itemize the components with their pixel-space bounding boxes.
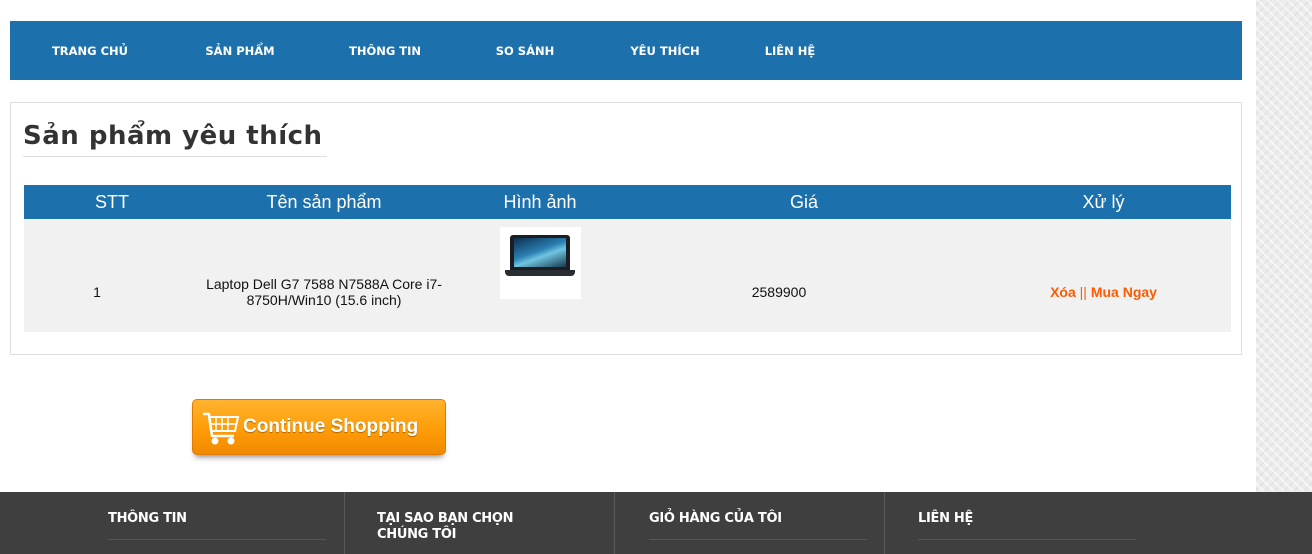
table-row: 1 Laptop Dell G7 7588 N7588A Core i7-875… xyxy=(24,219,1231,332)
footer-heading-info: THÔNG TIN xyxy=(108,511,187,526)
footer-heading-cart: GIỎ HÀNG CỦA TÔI xyxy=(649,511,782,526)
row-price: 2589900 xyxy=(632,219,976,332)
column-header-actions: Xử lý xyxy=(976,185,1231,219)
footer-column-contact: LIÊN HỆ xyxy=(885,492,1255,554)
column-header-price: Giá xyxy=(632,185,976,219)
column-header-image: Hình ảnh xyxy=(448,185,632,219)
laptop-lid xyxy=(510,235,570,270)
footer-column-why-us: TẠI SAO BẠN CHỌN CHÚNG TÔI xyxy=(345,492,615,554)
nav-favorites[interactable]: YÊU THÍCH xyxy=(595,44,735,58)
footer-column-info: THÔNG TIN xyxy=(0,492,345,554)
column-header-stt: STT xyxy=(24,185,200,219)
delete-link[interactable]: Xóa xyxy=(1050,284,1076,300)
continue-shopping-button[interactable]: Continue Shopping xyxy=(192,399,446,455)
favorites-panel: Sản phẩm yêu thích STT Tên sản phẩm Hình… xyxy=(10,102,1242,355)
footer-divider xyxy=(649,539,867,540)
action-separator: || xyxy=(1079,283,1087,300)
footer-divider xyxy=(108,539,326,540)
row-stt: 1 xyxy=(24,219,200,332)
laptop-base xyxy=(505,270,575,276)
laptop-image[interactable] xyxy=(500,227,581,299)
footer: THÔNG TIN TẠI SAO BẠN CHỌN CHÚNG TÔI GIỎ… xyxy=(0,492,1312,554)
nav-compare[interactable]: SO SÁNH xyxy=(455,44,595,58)
favorites-table: STT Tên sản phẩm Hình ảnh Giá Xử lý 1 La… xyxy=(24,185,1231,332)
continue-shopping-label: Continue Shopping xyxy=(243,416,419,437)
nav-products[interactable]: SẢN PHẨM xyxy=(170,44,310,58)
main-navigation: TRANG CHỦ SẢN PHẨM THÔNG TIN SO SÁNH YÊU… xyxy=(10,21,1242,80)
footer-heading-contact: LIÊN HỆ xyxy=(918,511,974,526)
laptop-screen xyxy=(514,238,566,267)
nav-contact[interactable]: LIÊN HỆ xyxy=(735,44,845,58)
shopping-cart-icon xyxy=(203,412,240,445)
row-product-name: Laptop Dell G7 7588 N7588A Core i7-8750H… xyxy=(200,219,448,332)
nav-home[interactable]: TRANG CHỦ xyxy=(20,44,160,58)
buy-now-link[interactable]: Mua Ngay xyxy=(1091,284,1157,300)
footer-heading-why-us: TẠI SAO BẠN CHỌN CHÚNG TÔI xyxy=(377,511,514,542)
row-actions: Xóa || Mua Ngay xyxy=(976,219,1231,332)
table-header-row: STT Tên sản phẩm Hình ảnh Giá Xử lý xyxy=(24,185,1231,219)
side-background-strip xyxy=(1256,0,1312,554)
footer-divider xyxy=(918,539,1136,540)
nav-info[interactable]: THÔNG TIN xyxy=(315,44,455,58)
page-title: Sản phẩm yêu thích xyxy=(23,121,327,157)
footer-column-cart: GIỎ HÀNG CỦA TÔI xyxy=(615,492,885,554)
row-image-cell xyxy=(448,219,632,332)
column-header-name: Tên sản phẩm xyxy=(200,185,448,219)
